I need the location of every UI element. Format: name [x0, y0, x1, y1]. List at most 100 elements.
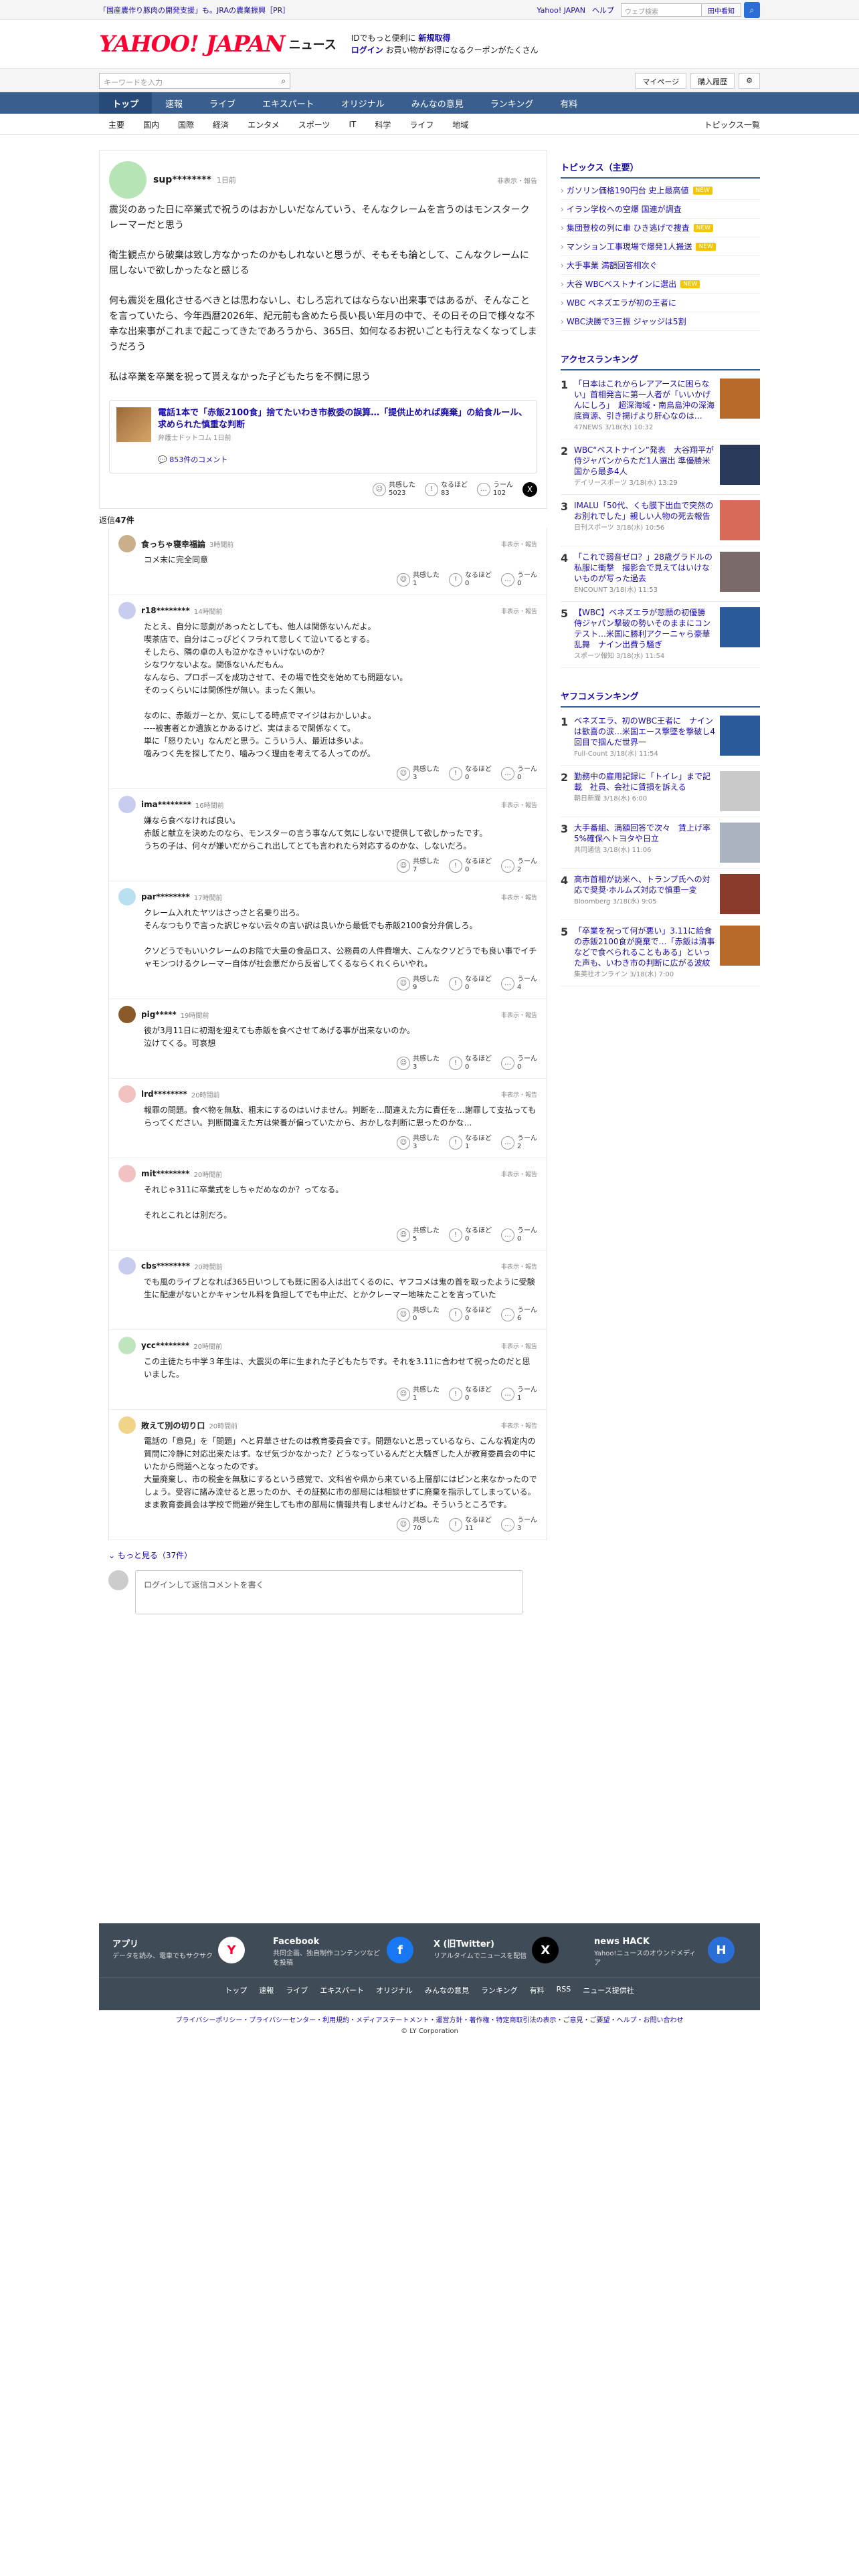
ranking-title[interactable]: 「これで弱音ゼロ？」28歳グラドルの私服に衝撃 撮影会で見えてはいけないものが写… — [574, 552, 716, 584]
reply-author[interactable]: ycc******** — [141, 1341, 189, 1350]
nav-item[interactable]: エキスパート — [249, 92, 328, 114]
ranking-title[interactable]: 勤務中の雇用記録に「トイレ」まで記載 社員、会社に賃損を訴える — [574, 771, 716, 792]
ranking-text[interactable]: 【WBC】ベネズエラが悲願の初優勝 侍ジャパン撃破の勢いそのままにコンテスト…米… — [574, 607, 716, 662]
footer-nav-item[interactable]: ニュース提供社 — [583, 1985, 634, 1996]
comment-author[interactable]: sup******** — [153, 175, 211, 185]
ranking-thumbnail[interactable] — [720, 607, 760, 647]
ranking-title[interactable]: WBC“ベストナイン”発表 大谷翔平が侍ジャパンからただ1人選出 準優勝米国から… — [574, 445, 716, 477]
category-item[interactable]: 国際 — [169, 119, 203, 130]
agree-button[interactable]: ☺ 共感した 5 — [397, 1227, 440, 1243]
nav-item[interactable]: 有料 — [547, 92, 591, 114]
ranking-item[interactable]: 5 【WBC】ベネズエラが悲願の初優勝 侍ジャパン撃破の勢いそのままにコンテスト…… — [561, 602, 760, 668]
learn-button[interactable]: ! なるほど 11 — [449, 1517, 492, 1533]
reply-author[interactable]: mit******** — [141, 1169, 190, 1178]
learn-button[interactable]: ! なるほど 0 — [449, 1055, 492, 1071]
topic-text[interactable]: WBC決勝で3三振 ジャッジは5割 — [567, 316, 686, 327]
footer-app[interactable]: Facebook 共同企画、独自制作コンテンツなどを投稿 f — [273, 1937, 413, 1968]
keyword-input[interactable]: キーワードを入力 ⌕ — [99, 73, 290, 89]
nav-item[interactable]: トップ — [99, 92, 153, 114]
agree-button[interactable]: ☺ 共感した 1 — [397, 1386, 440, 1402]
topic-text[interactable]: 大手事業 満額回答相次ぐ — [567, 259, 658, 271]
reply-author[interactable]: r18******** — [141, 606, 190, 615]
topics-list-link[interactable]: トピックス一覧 — [704, 119, 760, 130]
nav-item[interactable]: ライブ — [196, 92, 249, 114]
ranking-item[interactable]: 2 WBC“ベストナイン”発表 大谷翔平が侍ジャパンからただ1人選出 準優勝米国か… — [561, 439, 760, 495]
ranking-thumbnail[interactable] — [720, 552, 760, 592]
ranking-thumbnail[interactable] — [720, 716, 760, 756]
legal-links-text[interactable]: プライバシーポリシー・プライバシーセンター・利用規約・メディアステートメント・運… — [99, 2016, 760, 2026]
report-link[interactable]: 非表示・報告 — [501, 607, 537, 615]
category-item[interactable]: IT — [339, 120, 365, 129]
footer-nav-item[interactable]: みんなの意見 — [425, 1985, 469, 1996]
topic-item[interactable]: › 集団登校の列に車 ひき逃げで捜査 NEW — [561, 219, 760, 237]
ranking-title[interactable]: IMALU「50代、くも膜下出血で突然のお別れでした」親しい人物の死去報告 — [574, 500, 716, 522]
ranking-title[interactable]: 大手番組、満額回答で次々 賃上げ率5%確保へトヨタや日立 — [574, 823, 716, 844]
ranking-title[interactable]: ベネズエラ、初のWBC王者に ナインは歓喜の涙…米国エース撃墜を撃破し4回目で掴… — [574, 716, 716, 748]
footer-nav-item[interactable]: オリジナル — [376, 1985, 413, 1996]
yahoo-app-icon[interactable]: Y — [218, 1937, 245, 1963]
report-link[interactable]: 非表示・報告 — [501, 800, 537, 809]
learn-button[interactable]: ! なるほど 1 — [449, 1135, 492, 1151]
ranking-item[interactable]: 1 ベネズエラ、初のWBC王者に ナインは歓喜の涙…米国エース撃墜を撃破し4回目で… — [561, 710, 760, 766]
yahoo-logo[interactable]: YAHOO! JAPAN — [99, 31, 286, 58]
mypage-button[interactable]: マイページ — [635, 73, 687, 89]
login-link[interactable]: ログイン — [351, 45, 383, 55]
search-icon[interactable]: ⌕ — [744, 2, 760, 18]
agree-button[interactable]: ☺ 共感した 3 — [397, 766, 440, 782]
ranking-thumbnail[interactable] — [720, 500, 760, 540]
report-link[interactable]: 非表示・報告 — [501, 1010, 537, 1019]
hmm-button[interactable]: … うーん 3 — [501, 1517, 537, 1533]
ranking-thumbnail[interactable] — [720, 926, 760, 966]
top-ad-link[interactable]: 「国産農作り豚肉の開発支援」も。JRAの農業振興［PR］ — [99, 5, 290, 15]
article-title[interactable]: 電話1本で「赤飯2100食」捨てたいわき市教委の誤算…「提供止めれば廃棄」の給食… — [158, 407, 530, 431]
footer-app-title[interactable]: X (旧Twitter) — [434, 1937, 527, 1949]
report-link[interactable]: 非表示・報告 — [501, 1170, 537, 1178]
yahoo-japan-link[interactable]: Yahoo! JAPAN — [537, 6, 585, 15]
category-item[interactable]: 国内 — [134, 119, 169, 130]
ranking-text[interactable]: IMALU「50代、くも膜下出血で突然のお別れでした」親しい人物の死去報告 日刊ス… — [574, 500, 716, 540]
nav-item[interactable]: みんなの意見 — [398, 92, 477, 114]
detail-search-button[interactable]: 田中看知 — [701, 3, 741, 17]
category-item[interactable]: 地域 — [443, 119, 478, 130]
agree-button[interactable]: ☺ 共感した 1 — [397, 572, 440, 588]
newshack-icon[interactable]: H — [708, 1937, 735, 1963]
hmm-button[interactable]: … うーん 0 — [501, 1227, 537, 1243]
learn-button[interactable]: ! なるほど 83 — [425, 481, 468, 498]
reply-author[interactable]: ima******** — [141, 800, 191, 809]
ranking-text[interactable]: 大手番組、満額回答で次々 賃上げ率5%確保へトヨタや日立 共同通信 3/18(水)… — [574, 823, 716, 863]
footer-nav-item[interactable]: ランキング — [481, 1985, 518, 1996]
report-link[interactable]: 非表示・報告 — [497, 175, 537, 185]
agree-button[interactable]: ☺ 共感した 3 — [397, 1135, 440, 1151]
category-item[interactable]: スポーツ — [289, 119, 340, 130]
ranking-text[interactable]: WBC“ベストナイン”発表 大谷翔平が侍ジャパンからただ1人選出 準優勝米国から… — [574, 445, 716, 489]
reply-author[interactable]: 食っちゃ寝幸福論 — [141, 538, 205, 550]
agree-button[interactable]: ☺ 共感した 70 — [397, 1517, 440, 1533]
register-link[interactable]: 新規取得 — [418, 33, 450, 43]
topic-text[interactable]: イラン学校への空爆 国連が調査 — [567, 203, 682, 215]
footer-nav-item[interactable]: 有料 — [530, 1985, 545, 1996]
search-icon[interactable]: ⌕ — [281, 76, 286, 86]
agree-button[interactable]: ☺ 共感した 7 — [397, 858, 440, 874]
learn-button[interactable]: ! なるほど 0 — [449, 1386, 492, 1402]
footer-app-title[interactable]: Facebook — [273, 1937, 381, 1947]
ranking-thumbnail[interactable] — [720, 379, 760, 419]
agree-button[interactable]: ☺ 共感した 9 — [397, 976, 440, 992]
hmm-button[interactable]: … うーん 0 — [501, 766, 537, 782]
help-link[interactable]: ヘルプ — [592, 5, 614, 15]
history-button[interactable]: 購入履歴 — [690, 73, 735, 89]
report-link[interactable]: 非表示・報告 — [501, 1341, 537, 1350]
report-link[interactable]: 非表示・報告 — [501, 1421, 537, 1430]
footer-app[interactable]: アプリ データを読み、電車でもサクサク Y — [112, 1937, 253, 1968]
learn-button[interactable]: ! なるほど 0 — [449, 1307, 492, 1323]
ranking-item[interactable]: 5 「卒業を祝って何が悪い」3.11に給食の赤飯2100食が廃棄で…「赤飯は清事な… — [561, 920, 760, 986]
gear-icon[interactable]: ⚙ — [739, 73, 760, 89]
category-item[interactable]: エンタメ — [238, 119, 289, 130]
topic-item[interactable]: › マンション工事現場で爆発1人搬送 NEW — [561, 237, 760, 256]
hmm-button[interactable]: … うーん 0 — [501, 1055, 537, 1071]
topic-text[interactable]: 集団登校の列に車 ひき逃げで捜査 — [567, 222, 690, 233]
ranking-item[interactable]: 3 大手番組、満額回答で次々 賃上げ率5%確保へトヨタや日立 共同通信 3/18(水… — [561, 817, 760, 869]
ranking-item[interactable]: 1 「日本はこれからレアアースに困らない」首相発言に第一人者が「いいかげんにしろ」… — [561, 373, 760, 439]
topic-item[interactable]: › WBC ベネズエラが初の王者に — [561, 294, 760, 312]
footer-nav-item[interactable]: 速報 — [259, 1985, 274, 1996]
hmm-button[interactable]: … うーん 102 — [477, 481, 513, 498]
